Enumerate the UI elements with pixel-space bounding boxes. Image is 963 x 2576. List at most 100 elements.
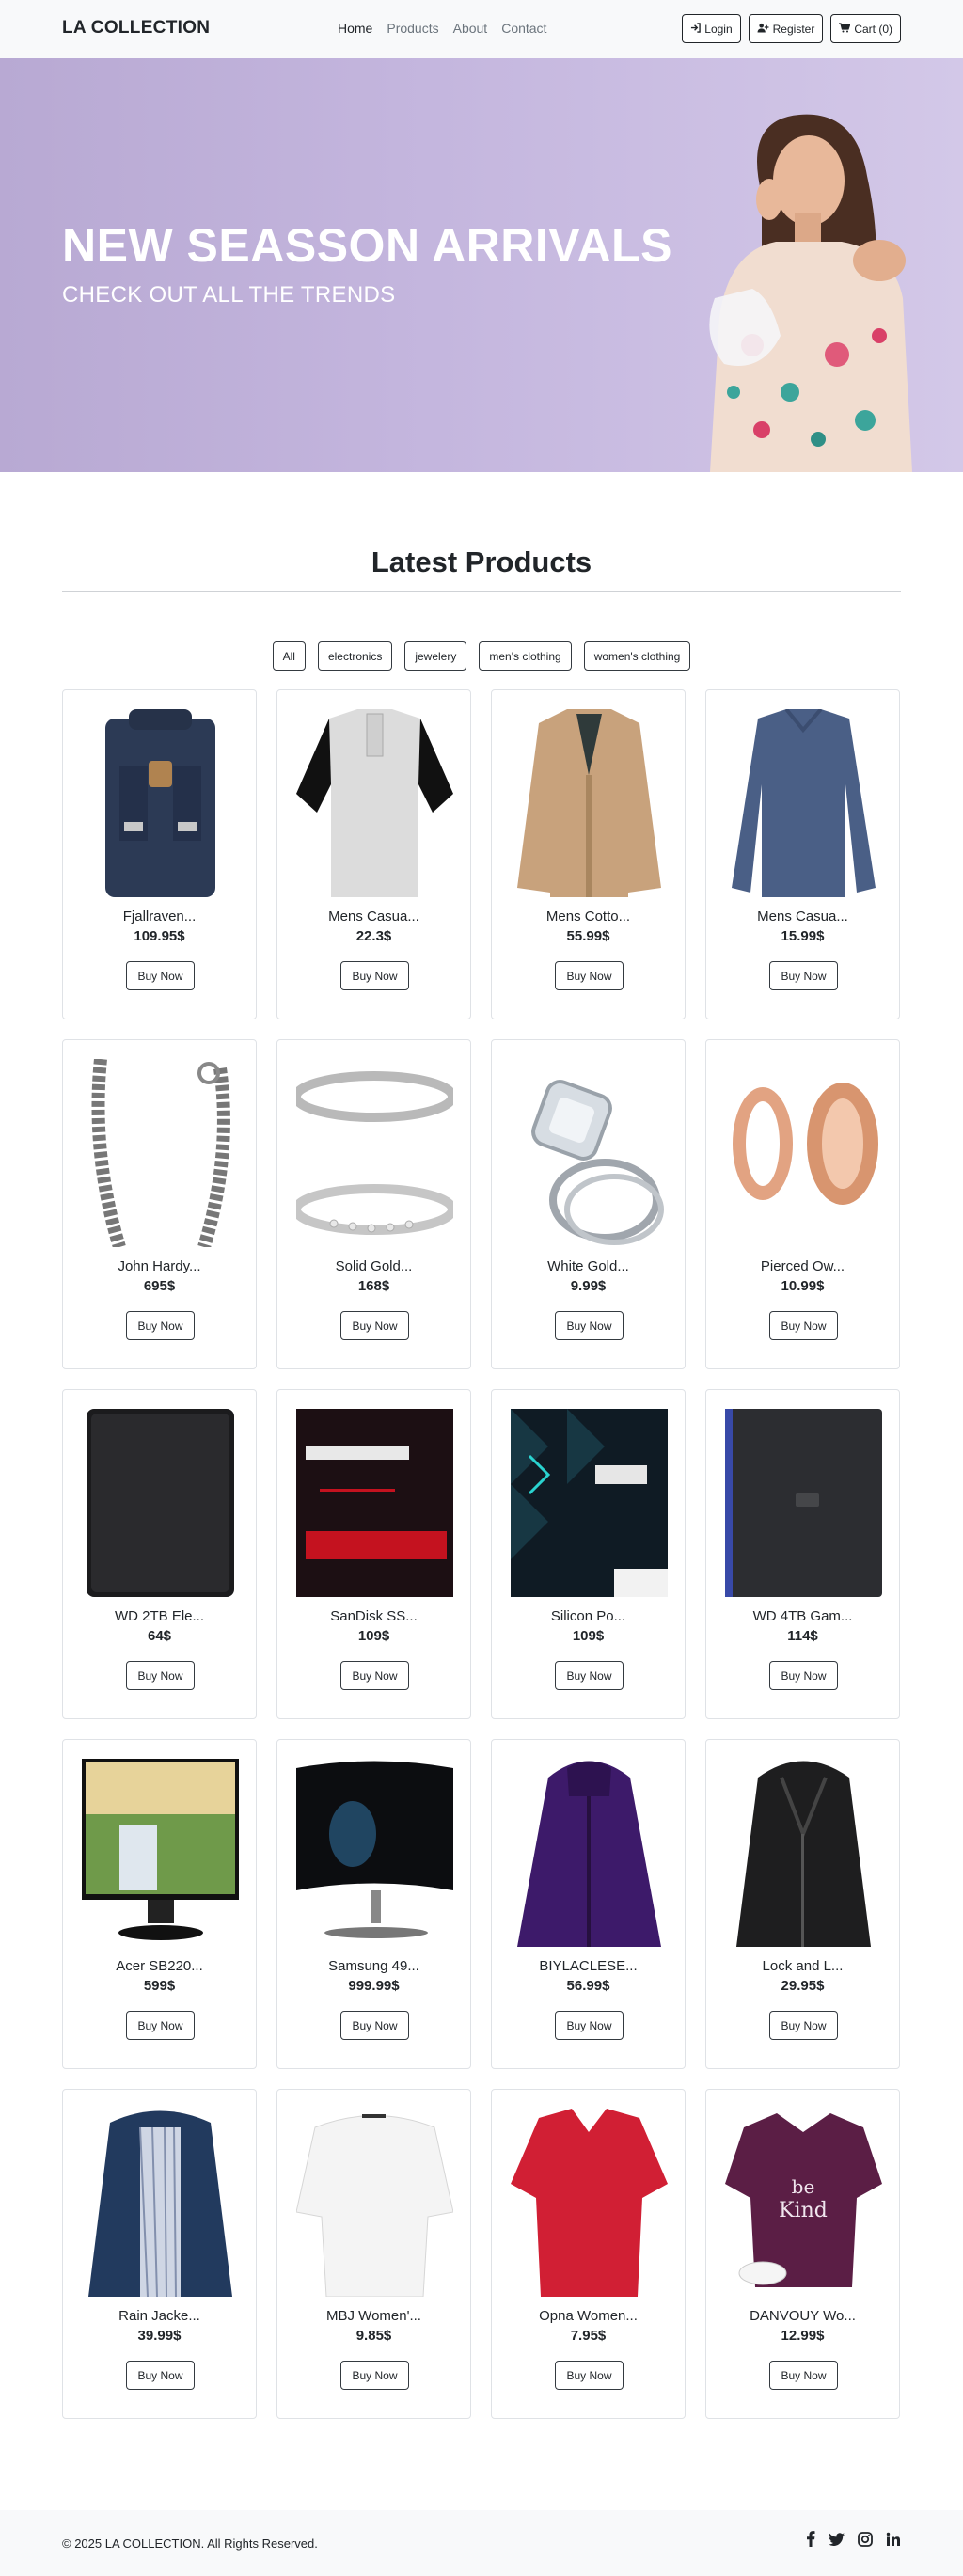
product-title[interactable]: WD 4TB Gam... (706, 1608, 899, 1624)
buy-now-button[interactable]: Buy Now (126, 1311, 195, 1340)
product-title[interactable]: Mens Cotto... (492, 909, 685, 925)
social-links (806, 2531, 901, 2552)
product-price: 7.95$ (570, 2328, 607, 2344)
filter-all-button[interactable]: All (272, 641, 306, 671)
linkedin-icon[interactable] (886, 2532, 901, 2552)
nav-link-home[interactable]: Home (338, 21, 372, 36)
product-title[interactable]: DANVOUY Wo... (706, 2308, 899, 2324)
product-title[interactable]: White Gold... (492, 1258, 685, 1274)
tshirt-image[interactable] (296, 709, 453, 897)
diamond-ring-image[interactable] (511, 1059, 668, 1247)
buy-now-button[interactable]: Buy Now (555, 2011, 624, 2040)
product-title[interactable]: Silicon Po... (492, 1608, 685, 1624)
backpack-image[interactable] (82, 709, 239, 897)
hard-drive-image[interactable] (82, 1409, 239, 1597)
buy-now-button[interactable]: Buy Now (340, 2011, 409, 2040)
leather-jacket-image[interactable] (725, 1759, 882, 1947)
facebook-icon[interactable] (806, 2531, 815, 2552)
curved-monitor-image[interactable] (296, 1759, 453, 1947)
ssd-image[interactable] (296, 1409, 453, 1597)
footer: © 2025 LA COLLECTION. All Rights Reserve… (0, 2510, 963, 2576)
buy-now-button[interactable]: Buy Now (555, 2361, 624, 2390)
hero-title: NEW SEASSON ARRIVALS (62, 219, 672, 272)
buy-now-button[interactable]: Buy Now (555, 961, 624, 990)
buy-now-button[interactable]: Buy Now (340, 1311, 409, 1340)
longsleeve-image[interactable] (725, 709, 882, 897)
svg-text:be: be (792, 2175, 815, 2198)
filter-womens-clothing-button[interactable]: women's clothing (583, 641, 691, 671)
buy-now-button[interactable]: Buy Now (126, 961, 195, 990)
brand-logo[interactable]: LA COLLECTION (62, 18, 210, 39)
product-card: Mens Casua... 22.3$ Buy Now (276, 689, 471, 1019)
nav-link-products[interactable]: Products (387, 21, 438, 36)
jacket-image[interactable] (511, 709, 668, 897)
register-button[interactable]: Register (748, 14, 824, 43)
purple-tshirt-image[interactable]: be Kind (725, 2109, 882, 2297)
product-card: John Hardy... 695$ Buy Now (62, 1039, 257, 1369)
cart-label: Cart (0) (854, 22, 892, 36)
product-title[interactable]: Acer SB220... (63, 1958, 256, 1974)
nav-link-contact[interactable]: Contact (501, 21, 546, 36)
product-card: Mens Casua... 15.99$ Buy Now (705, 689, 900, 1019)
buy-now-button[interactable]: Buy Now (555, 1311, 624, 1340)
product-title[interactable]: SanDisk SS... (277, 1608, 470, 1624)
bracelet-image[interactable] (82, 1059, 239, 1247)
product-title[interactable]: Opna Women... (492, 2308, 685, 2324)
buy-now-button[interactable]: Buy Now (555, 1661, 624, 1690)
buy-now-button[interactable]: Buy Now (340, 2361, 409, 2390)
product-card: Acer SB220... 599$ Buy Now (62, 1739, 257, 2069)
monitor-image[interactable] (82, 1759, 239, 1947)
red-tshirt-image[interactable] (511, 2109, 668, 2297)
twitter-icon[interactable] (829, 2532, 845, 2551)
product-title[interactable]: Mens Casua... (706, 909, 899, 925)
filter-jewelery-button[interactable]: jewelery (404, 641, 467, 671)
product-title[interactable]: Samsung 49... (277, 1958, 470, 1974)
hero-model-image (709, 114, 912, 472)
navbar: LA COLLECTION Home Products About Contac… (0, 0, 963, 58)
nav-links: Home Products About Contact (338, 21, 560, 36)
rain-jacket-image[interactable] (82, 2109, 239, 2297)
nav-buttons: Login Register Cart (0) (682, 14, 901, 43)
product-card: Lock and L... 29.95$ Buy Now (705, 1739, 900, 2069)
product-title[interactable]: Pierced Ow... (706, 1258, 899, 1274)
buy-now-button[interactable]: Buy Now (769, 1311, 838, 1340)
filter-mens-clothing-button[interactable]: men's clothing (479, 641, 572, 671)
product-title[interactable]: BIYLACLESE... (492, 1958, 685, 1974)
product-price: 9.99$ (570, 1278, 607, 1294)
buy-now-button[interactable]: Buy Now (769, 2011, 838, 2040)
product-title[interactable]: Lock and L... (706, 1958, 899, 1974)
product-title[interactable]: John Hardy... (63, 1258, 256, 1274)
product-grid: Fjallraven... 109.95$ Buy Now Mens Casua… (62, 689, 901, 2419)
hard-drive-image[interactable] (725, 1409, 882, 1597)
product-price: 168$ (357, 1278, 390, 1294)
instagram-icon[interactable] (858, 2531, 873, 2552)
buy-now-button[interactable]: Buy Now (769, 961, 838, 990)
product-title[interactable]: Rain Jacke... (63, 2308, 256, 2324)
ring-band-image[interactable] (296, 1059, 453, 1247)
plug-earrings-image[interactable] (725, 1059, 882, 1247)
product-title[interactable]: MBJ Women'... (277, 2308, 470, 2324)
nav-link-about[interactable]: About (453, 21, 488, 36)
buy-now-button[interactable]: Buy Now (126, 1661, 195, 1690)
buy-now-button[interactable]: Buy Now (126, 2011, 195, 2040)
white-top-image[interactable] (296, 2109, 453, 2297)
cart-button[interactable]: Cart (0) (830, 14, 901, 43)
buy-now-button[interactable]: Buy Now (126, 2361, 195, 2390)
purple-jacket-image[interactable] (511, 1759, 668, 1947)
buy-now-button[interactable]: Buy Now (340, 1661, 409, 1690)
ssd-image[interactable] (511, 1409, 668, 1597)
product-title[interactable]: Mens Casua... (277, 909, 470, 925)
login-button[interactable]: Login (682, 14, 741, 43)
product-price: 39.99$ (137, 2328, 182, 2344)
buy-now-button[interactable]: Buy Now (769, 2361, 838, 2390)
login-label: Login (704, 22, 733, 36)
buy-now-button[interactable]: Buy Now (769, 1661, 838, 1690)
product-title[interactable]: Solid Gold... (277, 1258, 470, 1274)
filter-electronics-button[interactable]: electronics (317, 641, 393, 671)
product-title[interactable]: Fjallraven... (63, 909, 256, 925)
product-title[interactable]: WD 2TB Ele... (63, 1608, 256, 1624)
footer-copyright: © 2025 LA COLLECTION. All Rights Reserve… (62, 2536, 318, 2551)
product-price: 55.99$ (566, 928, 610, 944)
product-price: 999.99$ (348, 1978, 400, 1994)
buy-now-button[interactable]: Buy Now (340, 961, 409, 990)
